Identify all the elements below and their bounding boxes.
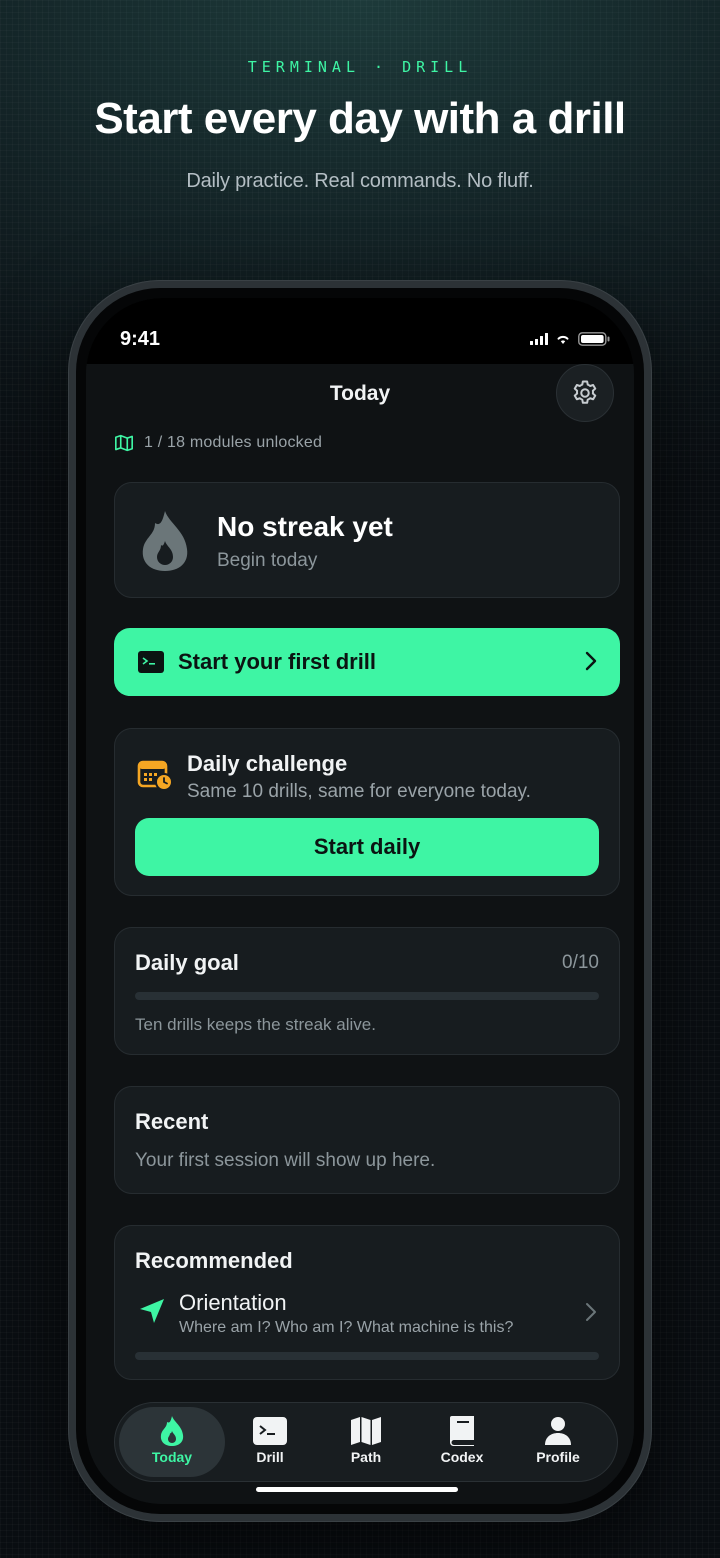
gear-icon [573,380,597,404]
modules-text: 1 / 18 modules unlocked [144,434,323,451]
start-daily-button[interactable]: Start daily [135,818,599,876]
tab-codex-label: Codex [440,1449,484,1465]
streak-subtitle: Begin today [217,550,318,571]
tab-today[interactable]: Today [119,1407,225,1477]
subline: Daily practice. Real commands. No fluff. [186,170,534,192]
streak-title: No streak yet [217,511,393,542]
tab-drill-label: Drill [256,1449,284,1465]
status-time: 9:41 [120,328,161,350]
tab-profile[interactable]: Profile [505,1407,611,1477]
tab-profile-label: Profile [536,1449,580,1465]
tab-bar: Today Drill Path Codex Profile [114,1402,618,1482]
recent-title: Recent [135,1109,209,1134]
recent-card: Recent Your first session will show up h… [114,1086,620,1194]
recommended-item-orientation[interactable]: Orientation Where am I? Who am I? What m… [115,1288,619,1348]
flame-icon [139,509,191,578]
daily-goal-title: Daily goal [135,950,239,975]
chevron-right-icon [586,1303,596,1321]
page-title: Today [329,382,391,405]
daily-challenge-title: Daily challenge [187,751,348,776]
recommended-progress-bar [135,1352,599,1360]
terminal-icon [138,651,164,673]
daily-goal-count: 0/10 [562,952,599,973]
navigation-arrow-icon [140,1299,164,1323]
daily-challenge-card: Daily challenge Same 10 drills, same for… [114,728,620,896]
status-bar: 9:41 [86,298,634,364]
headline: Start every day with a drill [94,94,626,143]
daily-goal-progress-bar [135,992,599,1000]
phone-frame: 9:41 Today 1 / 18 modules unlocked No st… [68,280,652,1522]
tab-today-label: Today [151,1449,193,1465]
signal-icon [530,333,548,345]
phone-bezel: 9:41 Today 1 / 18 modules unlocked No st… [76,288,644,1514]
daily-challenge-subtitle: Same 10 drills, same for everyone today. [187,781,531,802]
recommended-title: Recommended [135,1248,293,1273]
recommended-item-description: Where am I? Who am I? What machine is th… [179,1319,514,1336]
calendar-clock-icon [137,760,173,791]
flame-icon [160,1416,184,1446]
tab-path[interactable]: Path [313,1407,419,1477]
start-first-drill-label: Start your first drill [178,649,377,674]
settings-button[interactable] [556,364,614,422]
modules-unlocked: 1 / 18 modules unlocked [114,434,322,452]
chevron-right-icon [585,651,597,671]
tab-path-label: Path [350,1449,382,1465]
daily-goal-card: Daily goal 0/10 Ten drills keeps the str… [114,927,620,1055]
tab-codex[interactable]: Codex [409,1407,515,1477]
recommended-item-name: Orientation [179,1290,287,1315]
phone-screen: 9:41 Today 1 / 18 modules unlocked No st… [86,298,634,1504]
person-icon [545,1417,571,1445]
recent-note: Your first session will show up here. [135,1150,436,1171]
today-content: Today 1 / 18 modules unlocked No streak … [86,364,634,1504]
map-icon [115,434,133,452]
recommended-card: Recommended Orientation Where am I? Who … [114,1225,620,1380]
map-icon [351,1417,381,1445]
tab-drill[interactable]: Drill [217,1407,323,1477]
battery-icon [578,332,610,346]
terminal-icon [253,1417,287,1445]
streak-card: No streak yet Begin today [114,482,620,598]
home-indicator[interactable] [256,1487,458,1492]
daily-goal-note: Ten drills keeps the streak alive. [135,1015,376,1034]
wifi-icon [557,335,569,344]
eyebrow: TERMINAL · DRILL [247,58,473,76]
status-icons [530,332,610,346]
start-first-drill-button[interactable]: Start your first drill [114,628,620,696]
book-icon [449,1416,474,1446]
